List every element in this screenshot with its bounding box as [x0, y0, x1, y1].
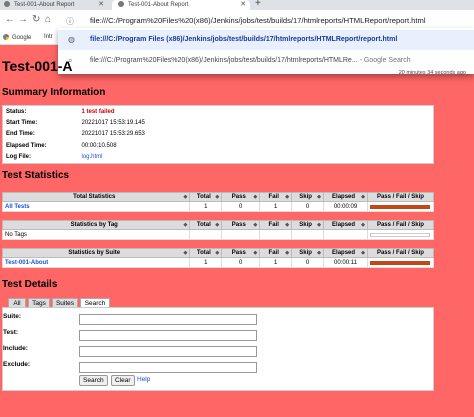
col-header-total[interactable]: Total ◆ [189, 220, 223, 230]
include-input[interactable] [79, 346, 257, 357]
col-header-fail[interactable]: Fail ◆ [259, 192, 293, 202]
col-header-statistics-by-tag[interactable]: Statistics by Tag ◆ [1, 220, 191, 230]
test-label: Test: [3, 329, 19, 336]
sort-icon: ◆ [361, 194, 365, 200]
test-input[interactable] [79, 330, 257, 341]
omnibox-suggestions: ◍ file:///C:/Program Files (x86)/Jenkins… [58, 28, 474, 74]
bookmark-intr[interactable]: Intr [44, 34, 53, 40]
col-header-total-statistics[interactable]: Total Statistics ◆ [1, 192, 191, 202]
back-icon[interactable]: ← [5, 14, 15, 26]
sort-icon: ◆ [183, 222, 188, 228]
col-header-statistics-by-suite[interactable]: Statistics by Suite ◆ [1, 248, 191, 258]
new-tab-button[interactable]: + [255, 0, 261, 9]
col-header-skip[interactable]: Skip ◆ [291, 220, 325, 230]
suite-label: Suite: [3, 313, 22, 320]
col-header-graph[interactable]: Pass / Fail / Skip [366, 248, 435, 258]
col-header-skip[interactable]: Skip ◆ [291, 248, 325, 258]
col-header-skip[interactable]: Skip ◆ [291, 192, 325, 202]
sort-icon: ◆ [317, 222, 322, 228]
sort-icon: ◆ [361, 222, 365, 228]
summary-row: Status: 1 test failed [3, 106, 434, 118]
col-header-fail[interactable]: Fail ◆ [259, 220, 293, 230]
empty-bar [366, 229, 435, 240]
sort-icon: ◆ [215, 194, 220, 200]
sort-icon: ◆ [285, 194, 290, 200]
table-row: All Tests 1 0 1 0 00:00:09 [1, 201, 435, 212]
page-icon [118, 1, 124, 7]
col-header-fail[interactable]: Fail ◆ [259, 248, 293, 258]
sort-icon: ◆ [183, 250, 188, 256]
exclude-label: Exclude: [3, 361, 31, 368]
sort-icon: ◆ [253, 222, 258, 228]
suggestion-search[interactable]: ⌕ file:///C:/Program%20Files%20(x86)/Jen… [58, 51, 474, 71]
tag-statistics-table: Statistics by Tag ◆ Total ◆ Pass ◆ Fail ◆ Sk… [1, 220, 435, 240]
search-button[interactable]: Search [79, 375, 108, 386]
info-icon[interactable]: ⓘ [66, 16, 74, 27]
globe-icon: ◍ [68, 35, 75, 44]
address-input[interactable]: file:///C:/Program%20Files%20(x86)/Jenki… [90, 16, 426, 25]
col-header-elapsed[interactable]: Elapsed ◆ [323, 220, 368, 230]
total-statistics-table: Total Statistics ◆ Total ◆ Pass ◆ Fail ◆ Ski… [1, 192, 435, 212]
summary-row: End Time: 20221017 15:53:29.653 [6, 131, 145, 138]
include-label: Include: [3, 345, 28, 352]
sort-icon: ◆ [183, 194, 188, 200]
home-icon[interactable]: ⌂ [45, 14, 51, 26]
table-row: No Tags [1, 229, 435, 240]
summary-table: Status: 1 test failed Start Time: 20221017… [2, 105, 434, 164]
browser-tab[interactable]: Test-001-About Report ✕ [0, 0, 108, 10]
sort-icon: ◆ [317, 194, 322, 200]
sort-icon: ◆ [285, 222, 290, 228]
summary-row: Log File: log.html [6, 154, 103, 160]
summary-heading: Summary Information [2, 87, 106, 98]
close-icon[interactable]: ✕ [98, 0, 104, 10]
table-row: Test-001-About 1 0 1 0 00:00:11 [1, 257, 435, 268]
forward-icon[interactable]: → [18, 14, 28, 26]
statistics-heading: Test Statistics [2, 170, 70, 181]
page-icon [4, 1, 10, 7]
sort-icon: ◆ [253, 194, 258, 200]
browser-tab-active[interactable]: Test-001-About Report ✕ [112, 0, 250, 10]
summary-row: Start Time: 20221017 15:53:19.145 [6, 119, 145, 126]
sort-icon: ◆ [253, 250, 258, 256]
suite-link[interactable]: Test-001-About [5, 260, 48, 266]
col-header-pass[interactable]: Pass ◆ [221, 192, 261, 202]
col-header-pass[interactable]: Pass ◆ [221, 220, 261, 230]
all-tests-link[interactable]: All Tests [5, 204, 30, 210]
sort-icon: ◆ [285, 250, 290, 256]
pass-fail-bar [366, 201, 435, 212]
pass-fail-bar [366, 257, 435, 268]
tab-strip: Test-001-About Report ✕ Test-001-About R… [0, 0, 474, 10]
exclude-input[interactable] [79, 362, 257, 373]
suggestion-url[interactable]: ◍ file:///C:/Program Files (x86)/Jenkins… [58, 30, 474, 50]
sort-icon: ◆ [215, 250, 220, 256]
col-header-total[interactable]: Total ◆ [189, 192, 223, 202]
sort-icon: ◆ [215, 222, 220, 228]
suite-statistics-table: Statistics by Suite ◆ Total ◆ Pass ◆ Fail ◆ … [1, 248, 435, 268]
col-header-elapsed[interactable]: Elapsed ◆ [323, 248, 368, 258]
tab-title: Test-001-About Report [128, 2, 189, 8]
bookmark-google[interactable]: Google [3, 34, 31, 41]
sort-icon: ◆ [317, 250, 322, 256]
close-icon[interactable]: ✕ [240, 0, 246, 10]
report-title: Test-001-A [2, 58, 73, 74]
log-file-link[interactable]: log.html [82, 154, 103, 160]
google-icon [3, 34, 9, 40]
col-header-total[interactable]: Total ◆ [189, 248, 223, 258]
col-header-graph[interactable]: Pass / Fail / Skip [366, 220, 435, 230]
col-header-graph[interactable]: Pass / Fail / Skip [366, 192, 435, 202]
clear-button[interactable]: Clear [111, 375, 135, 386]
col-header-elapsed[interactable]: Elapsed ◆ [323, 192, 368, 202]
reload-icon[interactable]: ↻ [32, 14, 40, 26]
help-link[interactable]: Help [137, 376, 150, 383]
status-value: 1 test failed [81, 108, 115, 115]
sort-icon: ◆ [361, 250, 365, 256]
summary-row: Elapsed Time: 00:00:10.508 [6, 142, 117, 149]
suite-input[interactable] [79, 314, 257, 325]
tab-title: Test-001-About Report [14, 2, 75, 8]
generated-time: 20 minutes 34 seconds ago [398, 70, 466, 76]
details-heading: Test Details [2, 279, 58, 290]
no-tags-text: No Tags [1, 229, 191, 240]
col-header-pass[interactable]: Pass ◆ [221, 248, 261, 258]
